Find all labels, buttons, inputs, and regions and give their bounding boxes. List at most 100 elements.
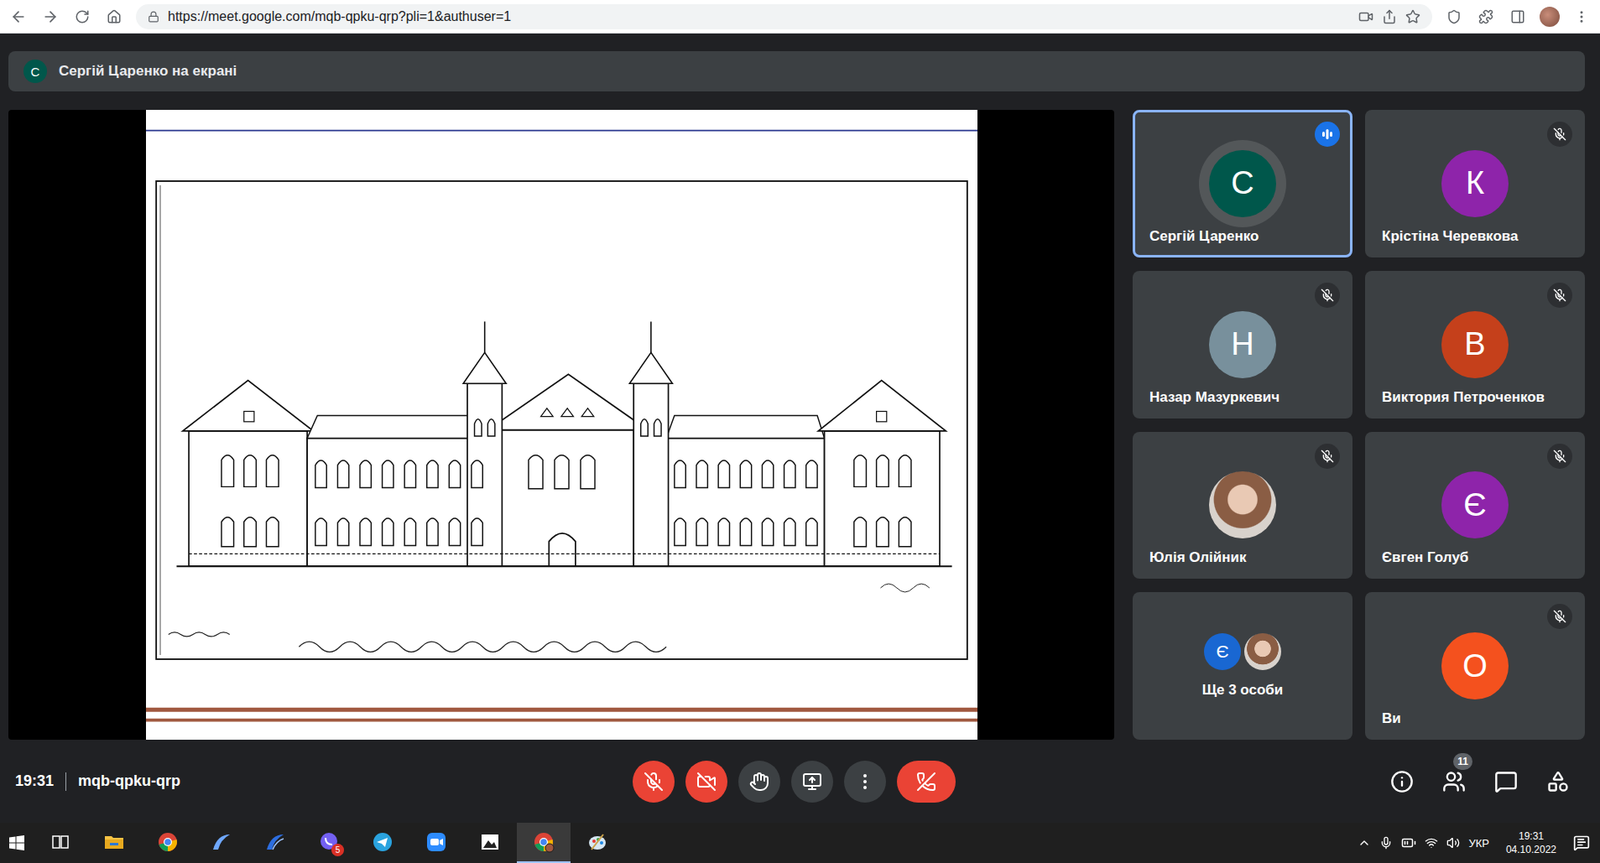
activities-icon [1546,770,1570,794]
muted-badge [1314,282,1340,308]
people-button[interactable]: 11 [1438,766,1470,798]
more-button[interactable] [844,760,886,803]
participant-avatar: Є [1441,471,1509,539]
chevron-up-icon [1357,836,1371,850]
back-button[interactable] [8,6,29,27]
extension-button[interactable] [1443,6,1465,27]
camera-in-use-icon [1358,9,1374,25]
present-screen-icon [802,771,823,793]
info-icon [1390,770,1414,794]
photos-icon [479,831,501,854]
muted-badge [1314,443,1340,470]
group-avatars: Є [1203,633,1282,671]
extensions-button[interactable] [1475,6,1496,27]
leave-button[interactable] [896,760,956,803]
taskbar-app[interactable] [248,823,303,863]
menu-icon [1573,9,1590,25]
taskbar-app[interactable] [33,823,88,863]
home-button[interactable] [104,6,125,27]
chat-button[interactable] [1490,766,1522,798]
volume-icon [1446,836,1460,850]
participant-grid: ССергій ЦаренкоККрістіна ЧеревковаННазар… [1132,109,1585,741]
taskbar-app[interactable] [87,823,141,863]
speaking-icon [1320,128,1335,141]
participant-tile[interactable]: Юлія Олійник [1132,432,1353,580]
meeting-code: mqb-qpku-qrp [78,772,181,791]
reload-button[interactable] [72,6,93,27]
taskbar-app[interactable]: 5 [302,823,356,863]
participant-tile[interactable]: ННазар Мазуркевич [1132,271,1353,419]
paint-icon [586,831,609,854]
lock-icon [147,10,160,23]
call-controls-bar: 19:31mqb-qpku-qrp 11 [8,740,1585,824]
speaking-badge [1314,121,1340,147]
presenting-banner: ССергій Царенко на екрані [8,51,1585,92]
participant-tile[interactable]: ККрістіна Черевкова [1365,109,1585,258]
file-explorer-icon [103,831,126,854]
taskbar-app[interactable] [355,823,410,863]
language-indicator[interactable]: УКР [1468,837,1490,850]
muted-badge [1547,604,1573,630]
participant-avatar: В [1441,311,1509,379]
present-button[interactable] [791,760,834,803]
url-text: https://meet.google.com/mqb-qpku-qrp?pli… [167,9,1350,25]
muted-badge [1547,282,1573,308]
side-panel-button[interactable] [1507,6,1528,27]
presentation-slide [145,109,978,741]
people-icon [1442,770,1466,794]
taskbar-app[interactable] [194,823,249,863]
meet-window: ССергій Царенко на екрані ССергій Царенко… [0,33,1600,824]
mic-off-icon [1553,288,1567,303]
arc-dark-icon [264,831,287,854]
zoom-icon [425,831,448,854]
participant-tile[interactable]: ЄЄвген Голуб [1365,432,1585,580]
profile-avatar[interactable] [1539,6,1560,27]
forward-button[interactable] [40,6,61,27]
building-drawing-icon [145,109,978,741]
browser-toolbar: https://meet.google.com/mqb-qpku-qrp?pli… [0,0,1600,34]
info-button[interactable] [1386,766,1418,798]
taskbar-app[interactable] [463,823,517,863]
clock[interactable]: 19:3104.10.2022 [1497,829,1565,857]
menu-button[interactable] [1571,6,1592,27]
side-panel-icon [1510,9,1526,25]
notifications-icon[interactable] [1573,834,1590,852]
hang-up-icon [916,771,937,793]
hand-button[interactable] [738,760,781,803]
mic-off-icon [643,771,664,793]
mic-button[interactable] [632,760,675,803]
mic-off-icon [1553,449,1567,464]
participant-tile[interactable]: ССергій Царенко [1132,109,1353,258]
activities-button[interactable] [1542,766,1574,798]
home-icon [106,9,122,25]
address-bar[interactable]: https://meet.google.com/mqb-qpku-qrp?pli… [135,4,1433,30]
clock-time: 19:31 [1518,829,1544,844]
system-tray: УКР 19:3104.10.2022 [1357,829,1600,857]
participant-name: Сергій Царенко [1149,228,1259,245]
telegram-icon [371,831,394,854]
arc-light-icon [210,831,233,854]
participant-photo [1244,633,1282,671]
mic-off-icon [1320,449,1335,464]
participant-tile[interactable]: ВВиктория Петроченков [1365,271,1585,419]
bookmark-star-icon [1405,9,1421,25]
taskbar-app[interactable] [570,823,625,863]
participant-avatar: К [1441,150,1509,218]
taskbar-app[interactable] [409,823,464,863]
camera-button[interactable] [685,760,728,803]
presenting-text: Сергій Царенко на екрані [58,62,237,80]
start-button[interactable] [0,823,34,863]
call-controls [632,760,956,803]
muted-badge [1547,121,1573,147]
reload-icon [74,9,90,25]
taskbar-app[interactable] [140,823,195,863]
muted-badge [1547,443,1573,470]
taskbar-app[interactable] [516,823,571,863]
meeting-info: 19:31mqb-qpku-qrp [15,772,633,792]
more-options-icon [854,771,876,793]
divider [65,772,67,792]
participant-group-tile[interactable]: ЄЩе 3 особи [1132,592,1353,741]
camera-off-icon [696,771,717,793]
participant-count-badge: 11 [1453,753,1473,771]
participant-tile[interactable]: ОВи [1365,592,1585,741]
